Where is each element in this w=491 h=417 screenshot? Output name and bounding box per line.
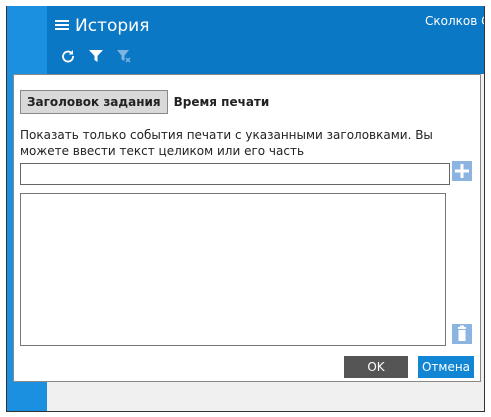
filter-dialog: Заголовок задания Время печати Показать …	[13, 74, 481, 382]
page-title: История	[55, 16, 149, 36]
title-filter-list[interactable]	[20, 193, 446, 346]
plus-icon	[455, 164, 469, 178]
cancel-button[interactable]: Отмена	[418, 356, 474, 378]
filter-description: Показать только события печати с указанн…	[20, 128, 433, 158]
add-button[interactable]	[452, 161, 472, 181]
page-title-text: История	[75, 16, 150, 36]
hamburger-menu-icon[interactable]	[55, 16, 69, 36]
delete-button[interactable]	[452, 324, 472, 344]
trash-icon	[458, 325, 466, 341]
tab-print-time[interactable]: Время печати	[168, 91, 276, 113]
title-filter-input[interactable]	[20, 163, 450, 185]
app-window: История Сколков С.К Заголовок задания Вр…	[6, 6, 485, 412]
ok-button[interactable]: OK	[344, 356, 408, 378]
filter-icon[interactable]	[89, 48, 103, 67]
tab-job-title[interactable]: Заголовок задания	[20, 90, 168, 114]
user-name[interactable]: Сколков С.К	[425, 14, 484, 28]
dialog-tabs: Заголовок задания Время печати	[20, 90, 275, 114]
refresh-icon[interactable]	[61, 48, 75, 67]
toolbar	[61, 48, 131, 67]
clear-filter-icon[interactable]	[117, 48, 131, 67]
